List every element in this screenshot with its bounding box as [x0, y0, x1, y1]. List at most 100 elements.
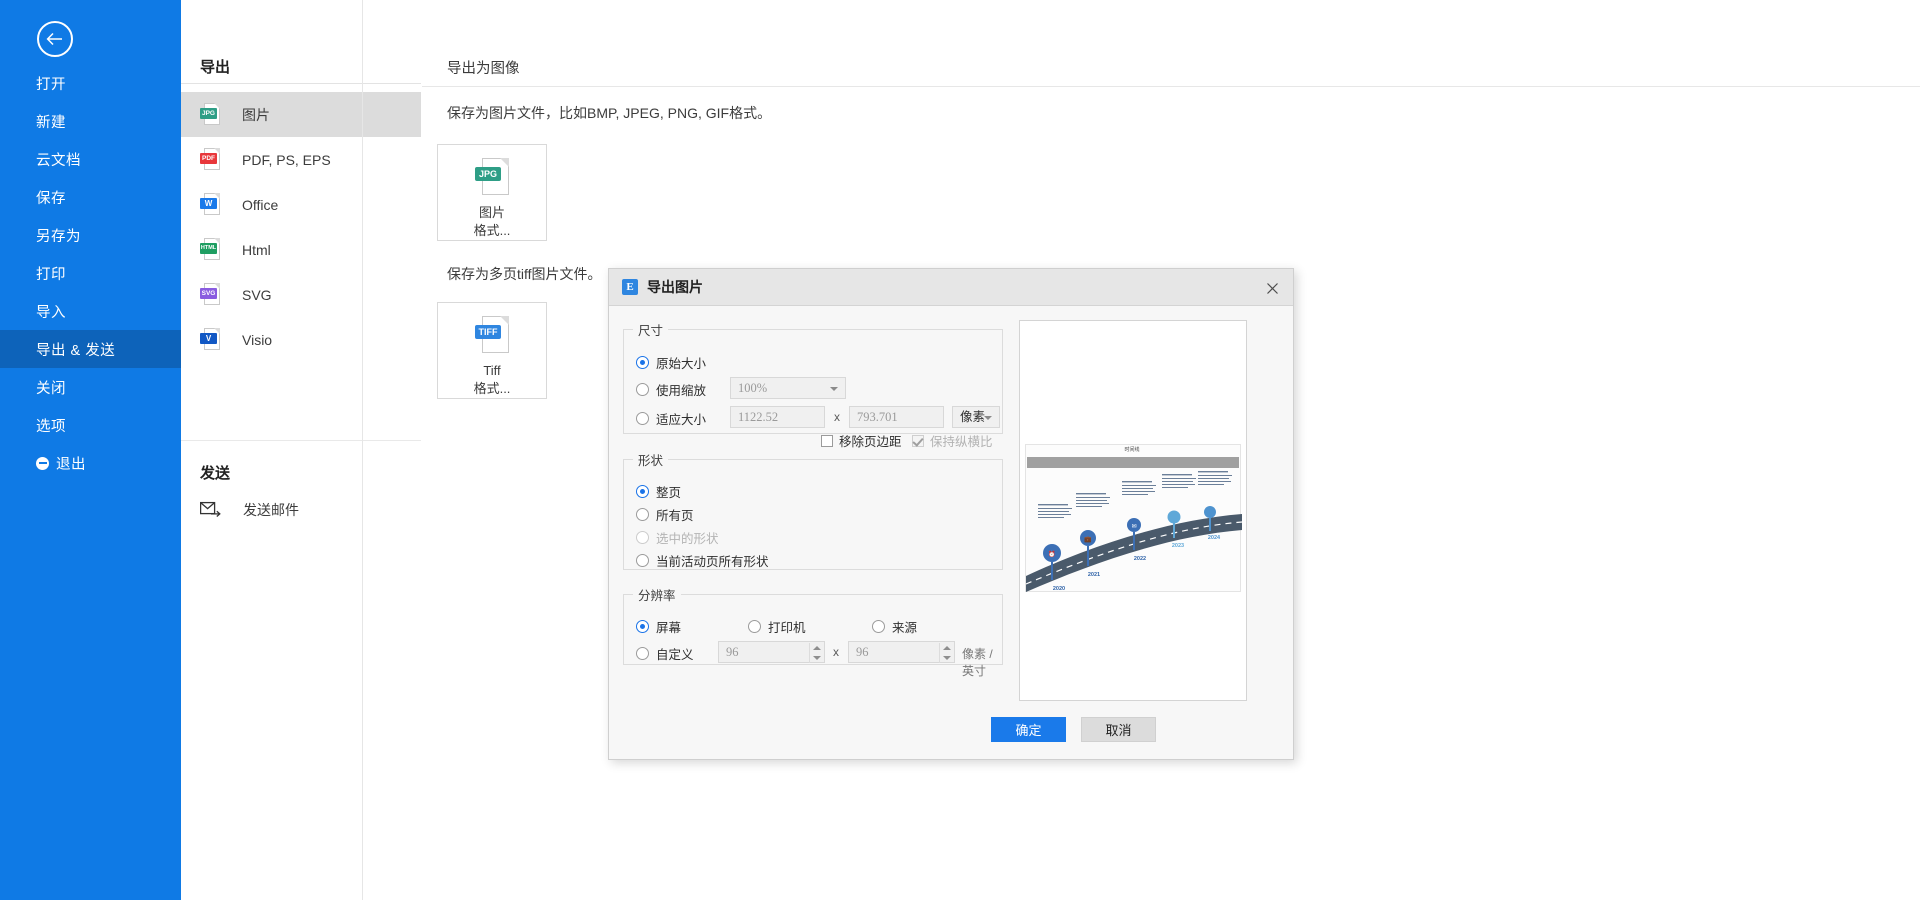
export-column-heading: 导出 [200, 59, 231, 76]
radio-printer-label: 打印机 [768, 621, 806, 635]
checkbox-keep-ratio: 保持纵横比 [912, 431, 993, 450]
checkbox-remove-margin[interactable]: 移除页边距 [821, 431, 902, 450]
radio-all-pages[interactable]: 所有页 [636, 505, 694, 524]
radio-all-pages-dot[interactable] [636, 508, 649, 521]
radio-active-page-shapes-dot[interactable] [636, 554, 649, 567]
radio-printer[interactable]: 打印机 [748, 617, 806, 636]
jpg-file-icon: JPG [200, 102, 220, 127]
svg-text:2021: 2021 [1088, 572, 1100, 578]
export-format-item-image[interactable]: JPG 图片 [181, 92, 421, 137]
preview-doc-header-bar [1027, 457, 1239, 468]
fit-width-input[interactable]: 1122.52 [730, 406, 825, 428]
sidebar-item-new[interactable]: 新建 [0, 102, 181, 140]
dpi-x-stepper[interactable] [809, 643, 823, 663]
scale-select[interactable]: 100% [730, 377, 846, 399]
resolution-group: 分辨率 屏幕 打印机 来源 自定义 96 x 96 像素 / 英寸 [623, 585, 1003, 678]
sidebar-item-label: 打开 [36, 76, 66, 93]
radio-fit-size[interactable]: 适应大小 [636, 409, 706, 428]
dialog-close-icon[interactable] [1261, 277, 1283, 299]
dpi-y-stepper[interactable] [939, 643, 953, 663]
sidebar-item-options[interactable]: 选项 [0, 406, 181, 444]
pdf-file-icon: PDF [200, 147, 220, 172]
tiff-file-icon: TIFF [475, 316, 509, 353]
checkbox-remove-margin-label: 移除页边距 [839, 435, 902, 449]
application-window: 亿图图示 13682558044 ▼ [0, 0, 1920, 900]
send-mail-item[interactable]: 发送邮件 [199, 500, 299, 520]
divider [181, 83, 421, 84]
cancel-button[interactable]: 取消 [1081, 717, 1156, 742]
radio-source-dot[interactable] [872, 620, 885, 633]
export-format-item-pdf[interactable]: PDF PDF, PS, EPS [181, 137, 421, 182]
sidebar-item-open[interactable]: 打开 [0, 64, 181, 102]
sidebar-item-label: 退出 [56, 456, 86, 473]
radio-custom-dpi-dot[interactable] [636, 647, 649, 660]
dpi-x-input[interactable]: 96 [718, 641, 825, 663]
radio-active-page-shapes[interactable]: 当前活动页所有形状 [636, 551, 769, 570]
tiff-badge: TIFF [475, 325, 501, 339]
radio-use-scale-label: 使用缩放 [656, 384, 707, 398]
radio-screen-dot[interactable] [636, 620, 649, 633]
radio-printer-dot[interactable] [748, 620, 761, 633]
checkbox-remove-margin-box[interactable] [821, 434, 833, 447]
resolution-group-legend: 分辨率 [638, 589, 676, 603]
svg-text:2020: 2020 [1053, 586, 1065, 592]
radio-fit-size-dot[interactable] [636, 412, 649, 425]
export-format-label: 图片 [242, 106, 270, 123]
sidebar-nav: 打开 新建 云文档 保存 另存为 打印 导入 导出 & 发送 关闭 选项 退出 [0, 64, 181, 482]
radio-custom-dpi[interactable]: 自定义 [636, 644, 694, 663]
sidebar-item-close[interactable]: 关闭 [0, 368, 181, 406]
radio-use-scale[interactable]: 使用缩放 [636, 380, 706, 399]
sidebar-item-export-send[interactable]: 导出 & 发送 [0, 330, 181, 368]
sidebar-item-import[interactable]: 导入 [0, 292, 181, 330]
export-card-image[interactable]: JPG 图片 格式... [437, 144, 547, 241]
dialog-title-bar: E 导出图片 [609, 269, 1293, 306]
export-format-item-html[interactable]: HTML Html [181, 227, 421, 272]
send-mail-label: 发送邮件 [243, 502, 299, 518]
divider [362, 0, 363, 900]
sidebar-item-label: 选项 [36, 418, 66, 435]
preview-document: 时间线 ⏰ 💼 ✉ 2020 2021 2022 2023 2024 [1025, 444, 1242, 592]
visio-file-icon: V [200, 327, 220, 352]
radio-screen[interactable]: 屏幕 [636, 617, 681, 636]
fit-height-input[interactable]: 793.701 [849, 406, 944, 428]
export-format-item-svg[interactable]: SVG SVG [181, 272, 421, 317]
sidebar-item-save-as[interactable]: 另存为 [0, 216, 181, 254]
radio-use-scale-dot[interactable] [636, 383, 649, 396]
jpg-file-icon: JPG [475, 158, 509, 195]
radio-whole-page[interactable]: 整页 [636, 482, 681, 501]
sidebar-item-label: 保存 [36, 190, 66, 207]
radio-whole-page-dot[interactable] [636, 485, 649, 498]
size-group-legend: 尺寸 [638, 324, 664, 338]
sidebar-item-print[interactable]: 打印 [0, 254, 181, 292]
sidebar-item-label: 关闭 [36, 380, 66, 397]
svg-badge: SVG [200, 287, 217, 299]
divider [422, 86, 1920, 87]
radio-whole-page-label: 整页 [656, 486, 682, 500]
dpi-y-value: 96 [856, 645, 869, 659]
export-format-item-visio[interactable]: V Visio [181, 317, 421, 362]
radio-custom-dpi-label: 自定义 [656, 648, 694, 662]
export-card-label-line1: 图片 [478, 205, 505, 220]
html-badge: HTML [200, 242, 217, 254]
sidebar-item-label: 新建 [36, 114, 66, 131]
size-unit-select[interactable]: 像素 [952, 406, 1000, 428]
radio-selected-shapes-dot [636, 531, 649, 544]
export-card-tiff[interactable]: TIFF Tiff 格式... [437, 302, 547, 399]
dpi-unit-label: 像素 / 英寸 [962, 647, 993, 678]
fit-height-value: 793.701 [857, 410, 898, 424]
dialog-title: 导出图片 [647, 279, 703, 295]
export-format-column: 导出 JPG 图片 PDF PDF, PS, EPS W Office HTML… [181, 0, 421, 900]
jpg-badge: JPG [200, 107, 217, 119]
word-badge: W [200, 197, 217, 209]
dpi-y-input[interactable]: 96 [848, 641, 955, 663]
radio-original-size[interactable]: 原始大小 [636, 353, 706, 372]
sidebar-item-exit[interactable]: 退出 [0, 444, 181, 482]
svg-text:💼: 💼 [1084, 536, 1092, 543]
confirm-button[interactable]: 确定 [991, 717, 1066, 742]
radio-source[interactable]: 来源 [872, 617, 917, 636]
radio-original-size-dot[interactable] [636, 356, 649, 369]
sidebar-item-save[interactable]: 保存 [0, 178, 181, 216]
sidebar-item-cloud-docs[interactable]: 云文档 [0, 140, 181, 178]
export-format-item-office[interactable]: W Office [181, 182, 421, 227]
back-arrow-icon[interactable] [37, 21, 73, 57]
